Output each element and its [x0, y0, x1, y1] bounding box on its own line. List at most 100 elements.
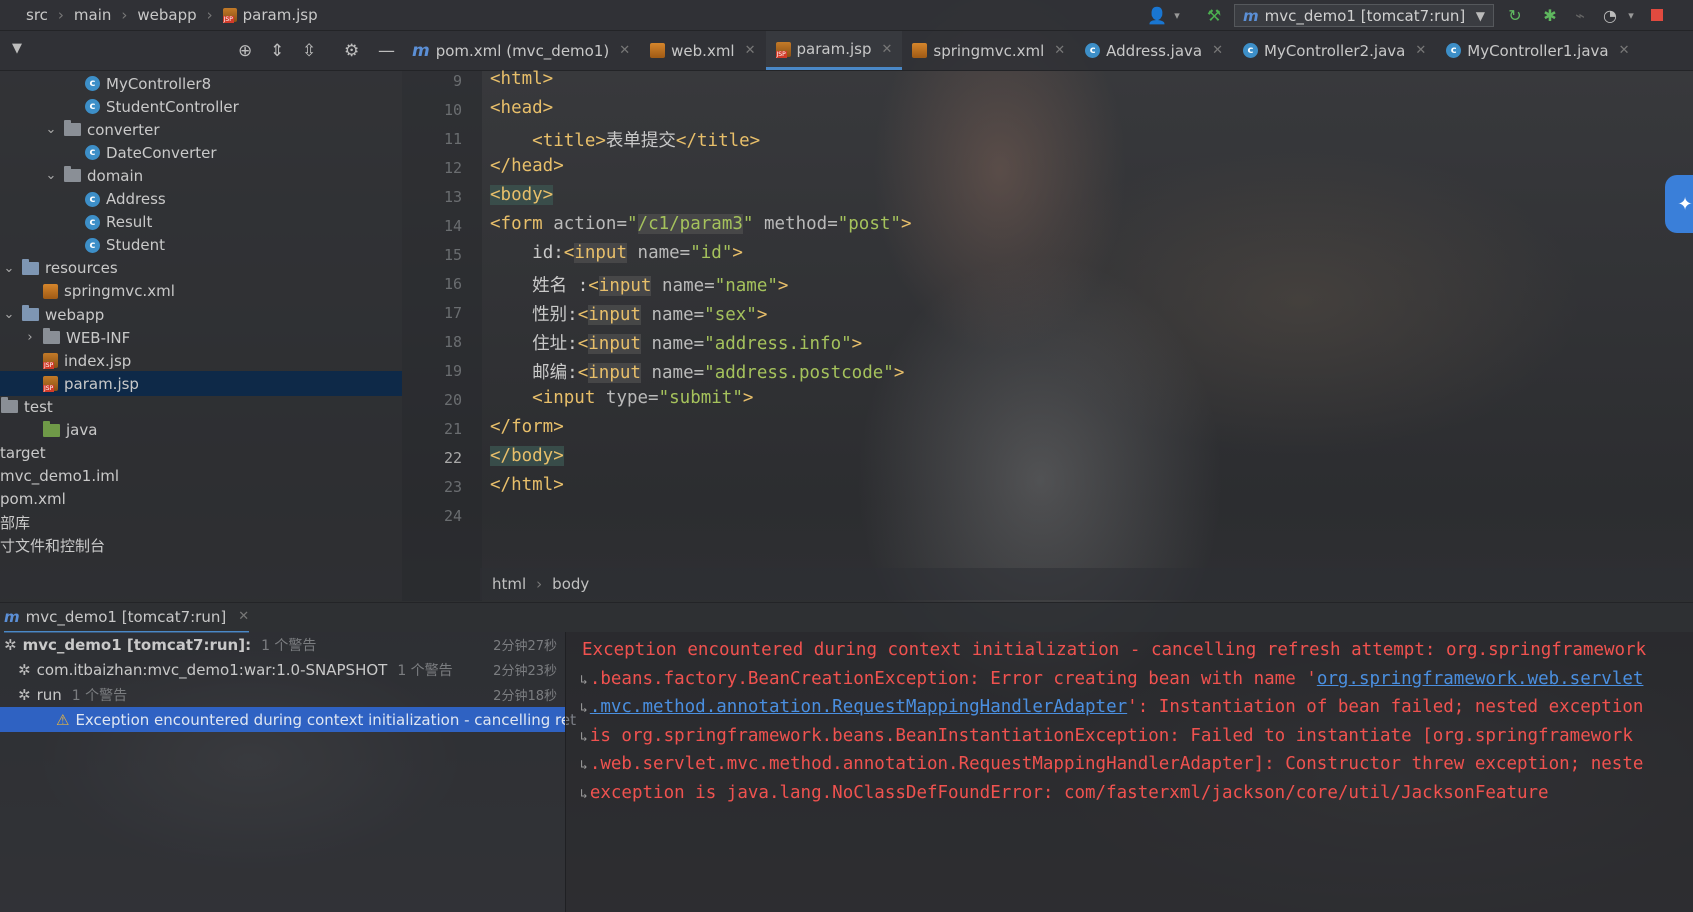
tag-end: >	[732, 243, 743, 263]
maven-icon: m	[4, 607, 20, 626]
soft-wrap-icon: ↳	[580, 786, 588, 802]
warning-count: 1 个警告	[71, 687, 128, 704]
code-line-18: 住址:<input name="address.info">	[490, 330, 862, 355]
name-attr: name=	[640, 334, 705, 354]
method-value: "post"	[837, 214, 901, 234]
field-label: 姓名 :	[532, 276, 589, 296]
code-line-10: <head>	[490, 98, 553, 118]
tag-end: >	[777, 276, 789, 296]
code-line-16: 姓名 :<input name="name">	[490, 272, 788, 297]
build-tree-label: run	[36, 685, 62, 704]
code-line-13: <body>	[490, 185, 554, 205]
console-text: ': Instantiation of bean failed; nested …	[1127, 697, 1644, 717]
tag-lt: <	[588, 276, 599, 296]
tag-end: >	[742, 388, 754, 408]
warning-icon: ⚠	[56, 710, 70, 729]
spinner-icon: ✲	[4, 635, 17, 654]
name-attr: name=	[640, 363, 705, 383]
body-close-tag: </body>	[490, 446, 564, 466]
head-open-tag: <head>	[490, 98, 554, 118]
build-tree-label: com.itbaizhan:mvc_demo1:war:1.0-SNAPSHOT	[36, 660, 388, 679]
console-text: exception is java.lang.NoClassDefFoundEr…	[589, 782, 1549, 803]
build-tree-item[interactable]: ✲ mvc_demo1 [tomcat7:run]: 1 个警告 2分钟27秒	[0, 632, 565, 657]
quote: "	[742, 214, 754, 234]
console-text: is org.springframework.beans.BeanInstant…	[589, 725, 1633, 746]
code-line-17: 性别:<input name="sex">	[490, 301, 767, 326]
tag-lt: <	[577, 363, 589, 383]
input-tag: input	[598, 276, 652, 296]
build-tree: ✲ mvc_demo1 [tomcat7:run]: 1 个警告 2分钟27秒 ✲ com…	[0, 632, 576, 912]
input-tag: input	[588, 334, 641, 354]
console-text: .beans.factory.BeanCreationException: Er…	[589, 668, 1317, 689]
code-line-19: 邮编:<input name="address.postcode">	[490, 359, 904, 384]
code-line-15: id:<input name="id">	[490, 243, 743, 263]
tag-end: >	[893, 363, 905, 383]
name-attr: name=	[651, 276, 715, 296]
console-output[interactable]: Exception encountered during context ini…	[565, 632, 1693, 912]
html-open-tag: <html>	[490, 69, 554, 89]
console-line: Exception encountered during context ini…	[582, 640, 1646, 660]
code-line-20: <input type="submit">	[490, 388, 753, 408]
console-line: ↳ .mvc.method.annotation.RequestMappingHa…	[580, 697, 1643, 717]
run-tab-label: mvc_demo1 [tomcat7:run]	[25, 607, 227, 626]
html-close-tag: </html>	[490, 475, 564, 495]
code-line-22: </body>	[490, 446, 564, 466]
build-tree-item[interactable]: ✲ run 1 个警告 2分钟18秒	[0, 682, 565, 707]
code-line-21: </form>	[490, 417, 564, 437]
run-tab[interactable]: m mvc_demo1 [tomcat7:run] ✕	[4, 603, 250, 633]
name-attr: name=	[627, 243, 691, 263]
console-line: ↳ is org.springframework.beans.BeanInstan…	[580, 726, 1633, 746]
action-attr: action=	[542, 214, 627, 234]
soft-wrap-icon: ↳	[580, 729, 588, 745]
field-label: 邮编:	[532, 363, 578, 383]
build-tree-item[interactable]: ⚠ Exception encountered during context in…	[0, 707, 576, 732]
name-value: "address.postcode"	[704, 363, 894, 383]
soft-wrap-icon: ↳	[580, 701, 588, 716]
input-tag: input	[588, 363, 641, 383]
field-label: 住址:	[532, 334, 578, 354]
console-line: ↳ .web.servlet.mvc.method.annotation.Requ…	[580, 754, 1643, 774]
field-label: 性别:	[532, 305, 578, 325]
build-tree-label: Exception encountered during context ini…	[75, 710, 576, 729]
editor-crumb-body[interactable]: body	[552, 575, 589, 593]
input-tag: input	[588, 305, 641, 325]
form-close-tag: </form>	[490, 417, 564, 437]
elapsed-time: 2分钟27秒	[493, 639, 557, 654]
close-icon[interactable]: ✕	[238, 609, 249, 624]
assistant-floating-icon[interactable]: ✦	[1665, 175, 1693, 233]
build-tree-label: mvc_demo1 [tomcat7:run]:	[22, 635, 252, 654]
body-open-tag: <body>	[490, 185, 554, 205]
tag-lt: <	[577, 334, 589, 354]
console-line: ↳ .beans.factory.BeanCreationException: E…	[580, 669, 1643, 689]
editor-breadcrumb: html › body	[480, 568, 1693, 600]
code-line-23: </html>	[490, 475, 564, 495]
title-close-tag: </title>	[675, 131, 761, 151]
name-value: "address.info"	[704, 334, 852, 354]
soft-wrap-icon: ↳	[580, 758, 588, 773]
elapsed-time: 2分钟18秒	[493, 689, 557, 704]
type-value: "submit"	[658, 388, 743, 408]
tag-lt: <	[563, 243, 575, 263]
warning-count: 1 个警告	[261, 637, 317, 654]
spinner-icon: ✲	[18, 660, 31, 679]
soft-wrap-icon: ↳	[580, 672, 588, 688]
code-line-12: </head>	[490, 156, 564, 176]
title-text: 表单提交	[605, 131, 676, 151]
method-attr: method=	[753, 214, 838, 234]
code-editor[interactable]: <html> <head> <title>表单提交</title> </head…	[0, 0, 1693, 600]
quote: "	[626, 214, 638, 234]
input-tag: <input	[532, 388, 596, 408]
name-attr: name=	[640, 305, 705, 325]
console-link[interactable]: org.springframework.web.servlet	[1317, 669, 1644, 689]
build-tree-item[interactable]: ✲ com.itbaizhan:mvc_demo1:war:1.0-SNAPSHO…	[0, 657, 565, 682]
action-value: /c1/param3	[637, 214, 743, 234]
title-open-tag: <title>	[532, 131, 606, 151]
form-tag: <form	[490, 214, 543, 234]
tag-lt: <	[577, 305, 589, 325]
code-line-9: <html>	[490, 69, 553, 89]
console-link[interactable]: .mvc.method.annotation.RequestMappingHan…	[590, 697, 1127, 717]
editor-crumb-html[interactable]: html	[492, 575, 526, 593]
name-value: "name"	[714, 276, 778, 296]
tag-end: >	[756, 305, 768, 325]
tag-end: >	[851, 334, 863, 354]
